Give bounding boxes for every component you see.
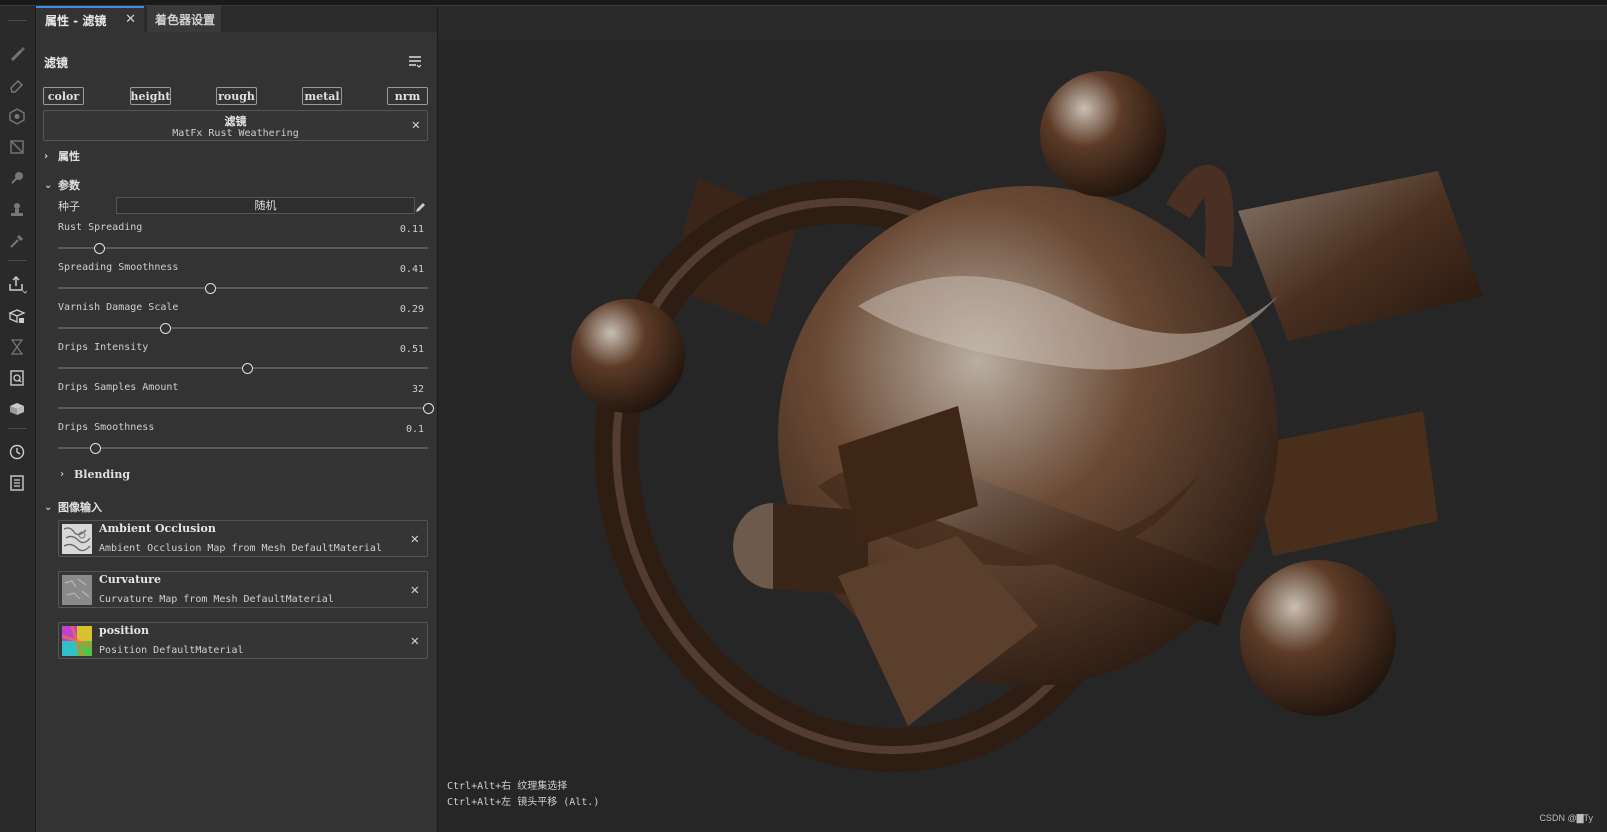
color-picker-icon[interactable] [7, 231, 27, 251]
slider-track[interactable] [58, 403, 434, 414]
channel-nrm-button[interactable]: nrm [387, 87, 428, 105]
slider-track[interactable] [58, 363, 428, 374]
close-icon[interactable]: ✕ [125, 12, 136, 27]
filter-resource-slot[interactable]: 滤镜 MatFx Rust Weathering ✕ [43, 110, 428, 141]
close-icon[interactable]: ✕ [411, 633, 419, 649]
image-input-position[interactable]: position Position DefaultMaterial ✕ [58, 622, 428, 659]
list-menu-icon[interactable] [407, 54, 423, 70]
tab-properties-filter[interactable]: 属性 - 滤镜 ✕ [36, 6, 144, 32]
eraser-icon[interactable] [7, 75, 27, 95]
param-value[interactable]: 0.1 [406, 424, 424, 435]
slider-track[interactable] [58, 443, 428, 454]
section-label: 属性 [58, 150, 80, 163]
image-input-ambient-occlusion[interactable]: Ambient Occlusion Ambient Occlusion Map … [58, 520, 428, 557]
position-thumbnail [62, 626, 92, 656]
polygon-fill-icon[interactable] [7, 137, 27, 157]
section-label: Blending [74, 468, 131, 481]
param-label: Spreading Smoothness [58, 262, 179, 273]
slider-thumb[interactable] [204, 283, 216, 294]
toolbar-separator [8, 428, 27, 429]
toolbar-separator [8, 20, 27, 21]
smudge-icon[interactable] [7, 168, 27, 188]
toolbar-separator [8, 260, 27, 261]
filter-name: 滤镜 [224, 115, 247, 128]
image-input-subtitle: Position DefaultMaterial [99, 645, 244, 656]
chevron-down-icon: ⌄ [44, 179, 53, 191]
projection-icon[interactable] [7, 106, 27, 126]
export-icon[interactable] [7, 274, 27, 294]
document-search-icon[interactable] [7, 368, 27, 388]
param-label: Drips Intensity [58, 342, 149, 353]
section-image-inputs-header[interactable]: ⌄ 图像输入 [44, 499, 102, 515]
viewport-hint-texture-select: Ctrl+Alt+右 纹理集选择 [447, 781, 568, 792]
properties-panel: 属性 - 滤镜 ✕ 着色器设置 滤镜 color height rough me… [36, 6, 438, 832]
slider-thumb[interactable] [160, 323, 172, 334]
close-icon[interactable]: ✕ [412, 117, 420, 133]
image-input-curvature[interactable]: Curvature Curvature Map from Mesh Defaul… [58, 571, 428, 608]
curvature-thumbnail [62, 575, 92, 605]
slider-thumb[interactable] [93, 243, 105, 254]
tool-sidebar [0, 6, 36, 832]
slider-thumb[interactable] [241, 363, 253, 374]
image-input-title: Ambient Occlusion [99, 522, 216, 535]
param-value[interactable]: 0.29 [400, 304, 424, 315]
paint-brush-icon[interactable] [7, 43, 27, 63]
clone-stamp-icon[interactable] [7, 200, 27, 220]
rusted-mesh-render [571, 71, 1483, 773]
image-input-title: Curvature [99, 573, 161, 586]
param-label: Drips Smoothness [58, 422, 155, 433]
channel-height-button[interactable]: height [130, 87, 171, 105]
pencil-icon[interactable] [415, 198, 427, 212]
slider-thumb[interactable] [90, 443, 101, 454]
chevron-right-icon: › [44, 150, 49, 162]
log-icon[interactable] [7, 473, 27, 493]
param-value[interactable]: 0.51 [400, 344, 424, 355]
slider-track[interactable] [58, 323, 428, 334]
chevron-right-icon: › [60, 469, 64, 480]
slider-track[interactable] [58, 243, 428, 254]
slider-track[interactable] [58, 283, 428, 294]
param-value[interactable]: 0.41 [400, 264, 424, 275]
param-label: Varnish Damage Scale [58, 302, 179, 313]
section-parameters-header[interactable]: ⌄ 参数 [44, 177, 80, 193]
close-icon[interactable]: ✕ [411, 582, 419, 598]
ambient-occlusion-thumbnail [62, 524, 92, 554]
image-input-subtitle: Curvature Map from Mesh DefaultMaterial [99, 594, 334, 605]
cube-display-icon[interactable] [7, 399, 27, 419]
chevron-down-icon: ⌄ [44, 501, 53, 513]
channel-rough-button[interactable]: rough [216, 87, 257, 105]
history-icon[interactable] [7, 442, 27, 462]
channel-color-button[interactable]: color [43, 87, 84, 105]
section-label: 图像输入 [58, 501, 102, 514]
bake-mesh-icon[interactable] [7, 306, 27, 326]
watermark: CSDN @▇Ty [1539, 813, 1593, 823]
hourglass-icon[interactable] [7, 337, 27, 357]
section-blending-header[interactable]: › Blending [60, 468, 130, 481]
viewport-hint-camera-pan: Ctrl+Alt+左 镜头平移 (Alt.) [447, 797, 600, 808]
tab-label: 属性 - 滤镜 [45, 13, 107, 28]
slider-thumb[interactable] [423, 403, 434, 414]
tab-bar: 属性 - 滤镜 ✕ 着色器设置 [36, 6, 437, 32]
image-input-subtitle: Ambient Occlusion Map from Mesh DefaultM… [99, 543, 382, 554]
filter-resource-name: MatFx Rust Weathering [172, 128, 299, 139]
channel-metal-button[interactable]: metal [302, 87, 342, 105]
param-label: Drips Samples Amount [58, 382, 179, 393]
section-properties-header[interactable]: › 属性 [44, 148, 80, 164]
section-label: 参数 [58, 179, 80, 192]
tab-shader-settings[interactable]: 着色器设置 [147, 6, 221, 32]
3d-viewport[interactable]: Ctrl+Alt+右 纹理集选择 Ctrl+Alt+左 镜头平移 (Alt.) … [438, 6, 1607, 832]
seed-random-button[interactable]: 随机 [116, 197, 415, 214]
close-icon[interactable]: ✕ [411, 531, 419, 547]
panel-title: 滤镜 [44, 56, 69, 70]
param-value[interactable]: 32 [412, 384, 424, 395]
image-input-title: position [99, 624, 149, 637]
tab-label: 着色器设置 [155, 12, 216, 27]
param-label: Rust Spreading [58, 222, 143, 233]
param-value[interactable]: 0.11 [400, 224, 424, 235]
seed-label: 种子 [58, 200, 80, 213]
